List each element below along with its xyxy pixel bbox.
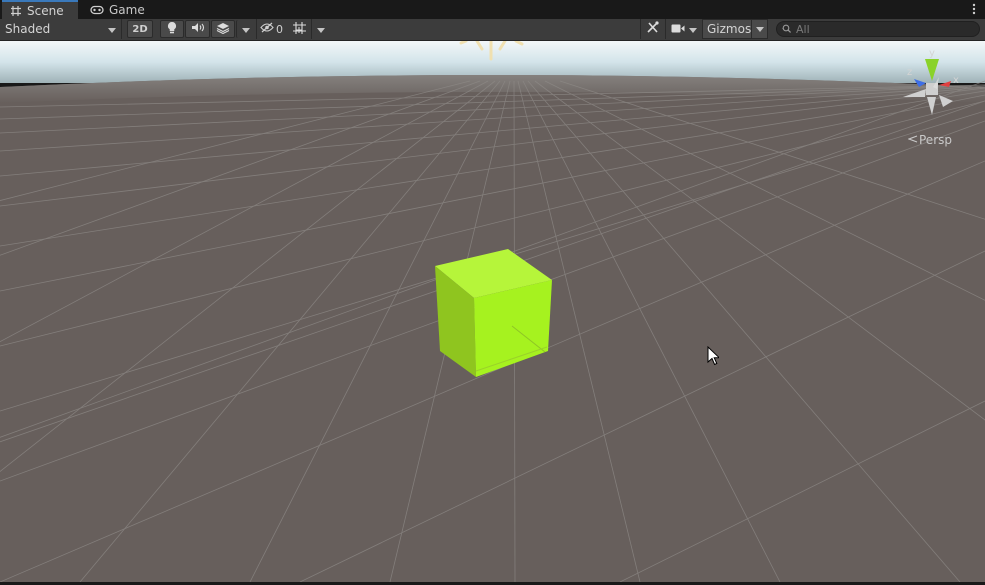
search-icon [782,23,792,36]
gizmos-label: Gizmos [707,22,752,36]
draw-mode-dropdown[interactable]: Shaded [0,19,122,39]
gamepad-icon [90,5,104,15]
gizmos-dropdown[interactable]: Gizmos [702,19,768,39]
projection-label: Persp [919,133,952,147]
speaker-icon [191,22,205,36]
grid-icon [10,5,22,17]
scene-visibility-toggle[interactable]: 0 [256,19,286,39]
scene-toolbar: Shaded 2D 0 Gizmos All [0,19,985,41]
camera-icon [671,22,685,36]
hidden-object-count: 0 [276,22,283,36]
chevron-down-icon [316,22,325,36]
draw-mode-label: Shaded [5,22,51,36]
axis-label-x: x [953,75,959,86]
lightbulb-icon [167,21,177,37]
perspective-icon [907,133,918,147]
mouse-cursor-icon [707,345,721,369]
chevron-down-icon [688,22,697,36]
scene-render [0,41,985,582]
tools-wrench-icon [646,21,659,37]
tab-scene-label: Scene [27,3,64,18]
toggle-2d-button[interactable]: 2D [127,20,153,38]
scene-search-field[interactable] [776,21,980,37]
lighting-toggle-button[interactable] [160,20,184,38]
eye-hidden-icon [260,22,274,36]
camera-settings-dropdown[interactable] [665,19,701,39]
grid-toggle-icon [292,21,307,38]
axis-label-y: y [929,48,935,59]
tab-scene[interactable]: Scene [2,0,78,19]
toggle-2d-label: 2D [132,23,148,35]
effects-dropdown[interactable] [236,20,254,38]
projection-toggle[interactable]: Persp [907,133,952,147]
tab-game-label: Game [109,2,145,17]
chevron-down-icon [241,22,250,36]
layers-effects-icon [216,22,230,37]
orientation-gizmo[interactable]: y z x [899,47,969,127]
effects-toggle-button[interactable] [211,20,235,38]
axis-label-z: z [907,67,912,78]
chevron-down-icon [751,20,765,38]
audio-toggle-button[interactable] [185,20,210,38]
tab-bar: Scene Game [0,0,985,20]
more-options-icon[interactable] [971,2,977,16]
tab-game[interactable]: Game [82,0,152,19]
search-input[interactable] [796,22,966,36]
chevron-down-icon [108,22,116,36]
grid-dropdown[interactable] [311,19,329,39]
scene-viewport[interactable]: y z x Persp [0,41,985,582]
scene-tools-button[interactable] [640,19,664,39]
grid-snapping-button[interactable] [288,19,310,39]
